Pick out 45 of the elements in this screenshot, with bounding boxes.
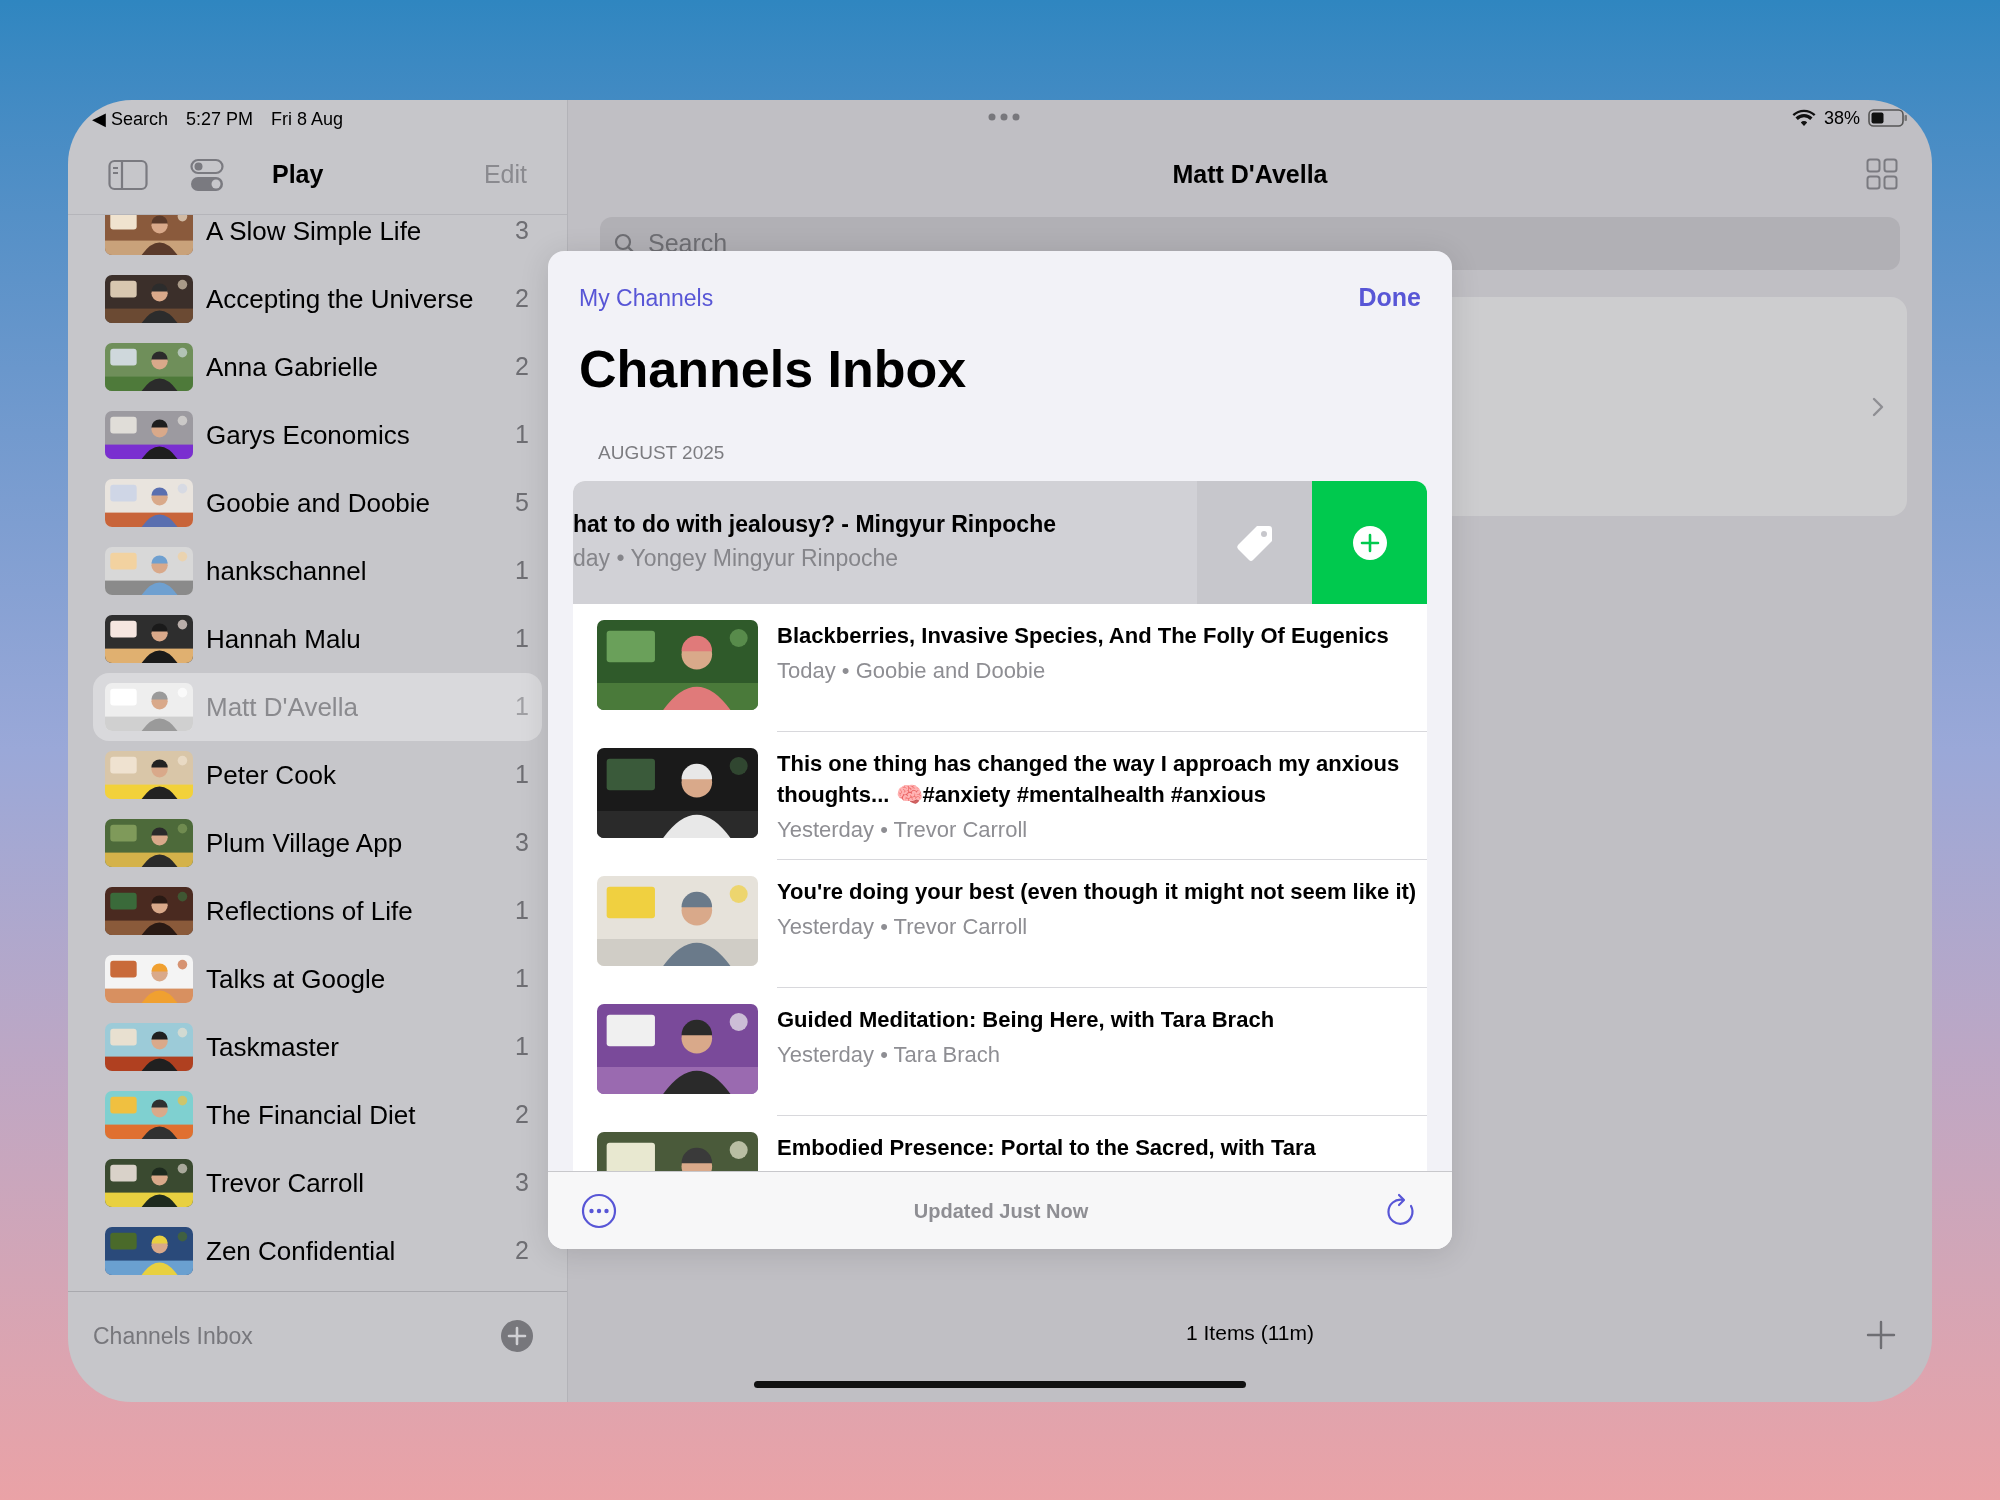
channel-item[interactable]: Reflections of Life 1: [93, 877, 542, 945]
channel-item[interactable]: Trevor Carroll 3: [93, 1149, 542, 1217]
channel-item[interactable]: Goobie and Doobie 5: [93, 469, 542, 537]
channel-item[interactable]: Anna Gabrielle 2: [93, 333, 542, 401]
sheet-title: Channels Inbox: [579, 338, 967, 399]
add-icon[interactable]: [500, 1319, 534, 1353]
add-button[interactable]: [1312, 481, 1427, 604]
sidebar-icon[interactable]: [108, 159, 148, 191]
chevron-right-icon: [1871, 395, 1885, 418]
wifi-icon: [1791, 109, 1816, 127]
video-row[interactable]: hat to do with jealousy? - Mingyur Rinpoche day • Yongey Mingyur Rinpoche: [573, 481, 1197, 604]
status-date: Fri 8 Aug: [271, 107, 344, 131]
toggle-icon[interactable]: [190, 158, 224, 192]
more-options-icon[interactable]: [581, 1192, 617, 1229]
done-button[interactable]: Done: [1358, 279, 1421, 317]
channel-item[interactable]: A Slow Simple Life 3: [93, 215, 542, 265]
channel-item[interactable]: Accepting the Universe 2: [93, 265, 542, 333]
channel-item[interactable]: Taskmaster 1: [93, 1013, 542, 1081]
more-dots-icon[interactable]: [987, 112, 1021, 122]
channel-item[interactable]: Peter Cook 1: [93, 741, 542, 809]
channel-item[interactable]: Garys Economics 1: [93, 401, 542, 469]
channel-title: Matt D'Avella: [1172, 159, 1328, 191]
section-header: AUGUST 2025: [598, 440, 725, 465]
channel-item[interactable]: The Financial Diet 2: [93, 1081, 542, 1149]
channel-item[interactable]: Plum Village App 3: [93, 809, 542, 877]
sidebar-title: Play: [272, 159, 324, 191]
battery-percent: 38%: [1823, 106, 1860, 130]
status-time: 5:27 PM: [186, 107, 254, 131]
channel-item[interactable]: Talks at Google 1: [93, 945, 542, 1013]
video-row[interactable]: This one thing has changed the way I approach my anxious thoughts... 🧠#anxiety #mentalhealth #anxious Yesterday • Trevor Carroll: [573, 732, 1427, 860]
video-row[interactable]: Blackberries, Invasive Species, And The Folly Of Eugenics Today • Goobie and Doobie: [573, 604, 1427, 732]
update-status: Updated Just Now: [913, 1198, 1089, 1224]
add-icon: [1351, 524, 1388, 561]
channel-item[interactable]: Zen Confidential 2: [93, 1217, 542, 1285]
video-row[interactable]: You're doing your best (even though it might not seem like it) Yesterday • Trevor Carroll: [573, 860, 1427, 988]
items-summary: 1 Items (11m): [1186, 1320, 1314, 1346]
video-row[interactable]: Guided Meditation: Being Here, with Tara Brach Yesterday • Tara Brach: [573, 988, 1427, 1116]
channel-item[interactable]: Hannah Malu 1: [93, 605, 542, 673]
battery-icon: [1868, 109, 1908, 127]
channel-item[interactable]: hankschannel 1: [93, 537, 542, 605]
tag-button[interactable]: [1197, 481, 1312, 604]
add-icon[interactable]: [1866, 1320, 1896, 1350]
back-link[interactable]: ◀ Search: [92, 105, 169, 133]
back-link[interactable]: My Channels: [579, 280, 714, 315]
grid-icon[interactable]: [1866, 158, 1898, 190]
